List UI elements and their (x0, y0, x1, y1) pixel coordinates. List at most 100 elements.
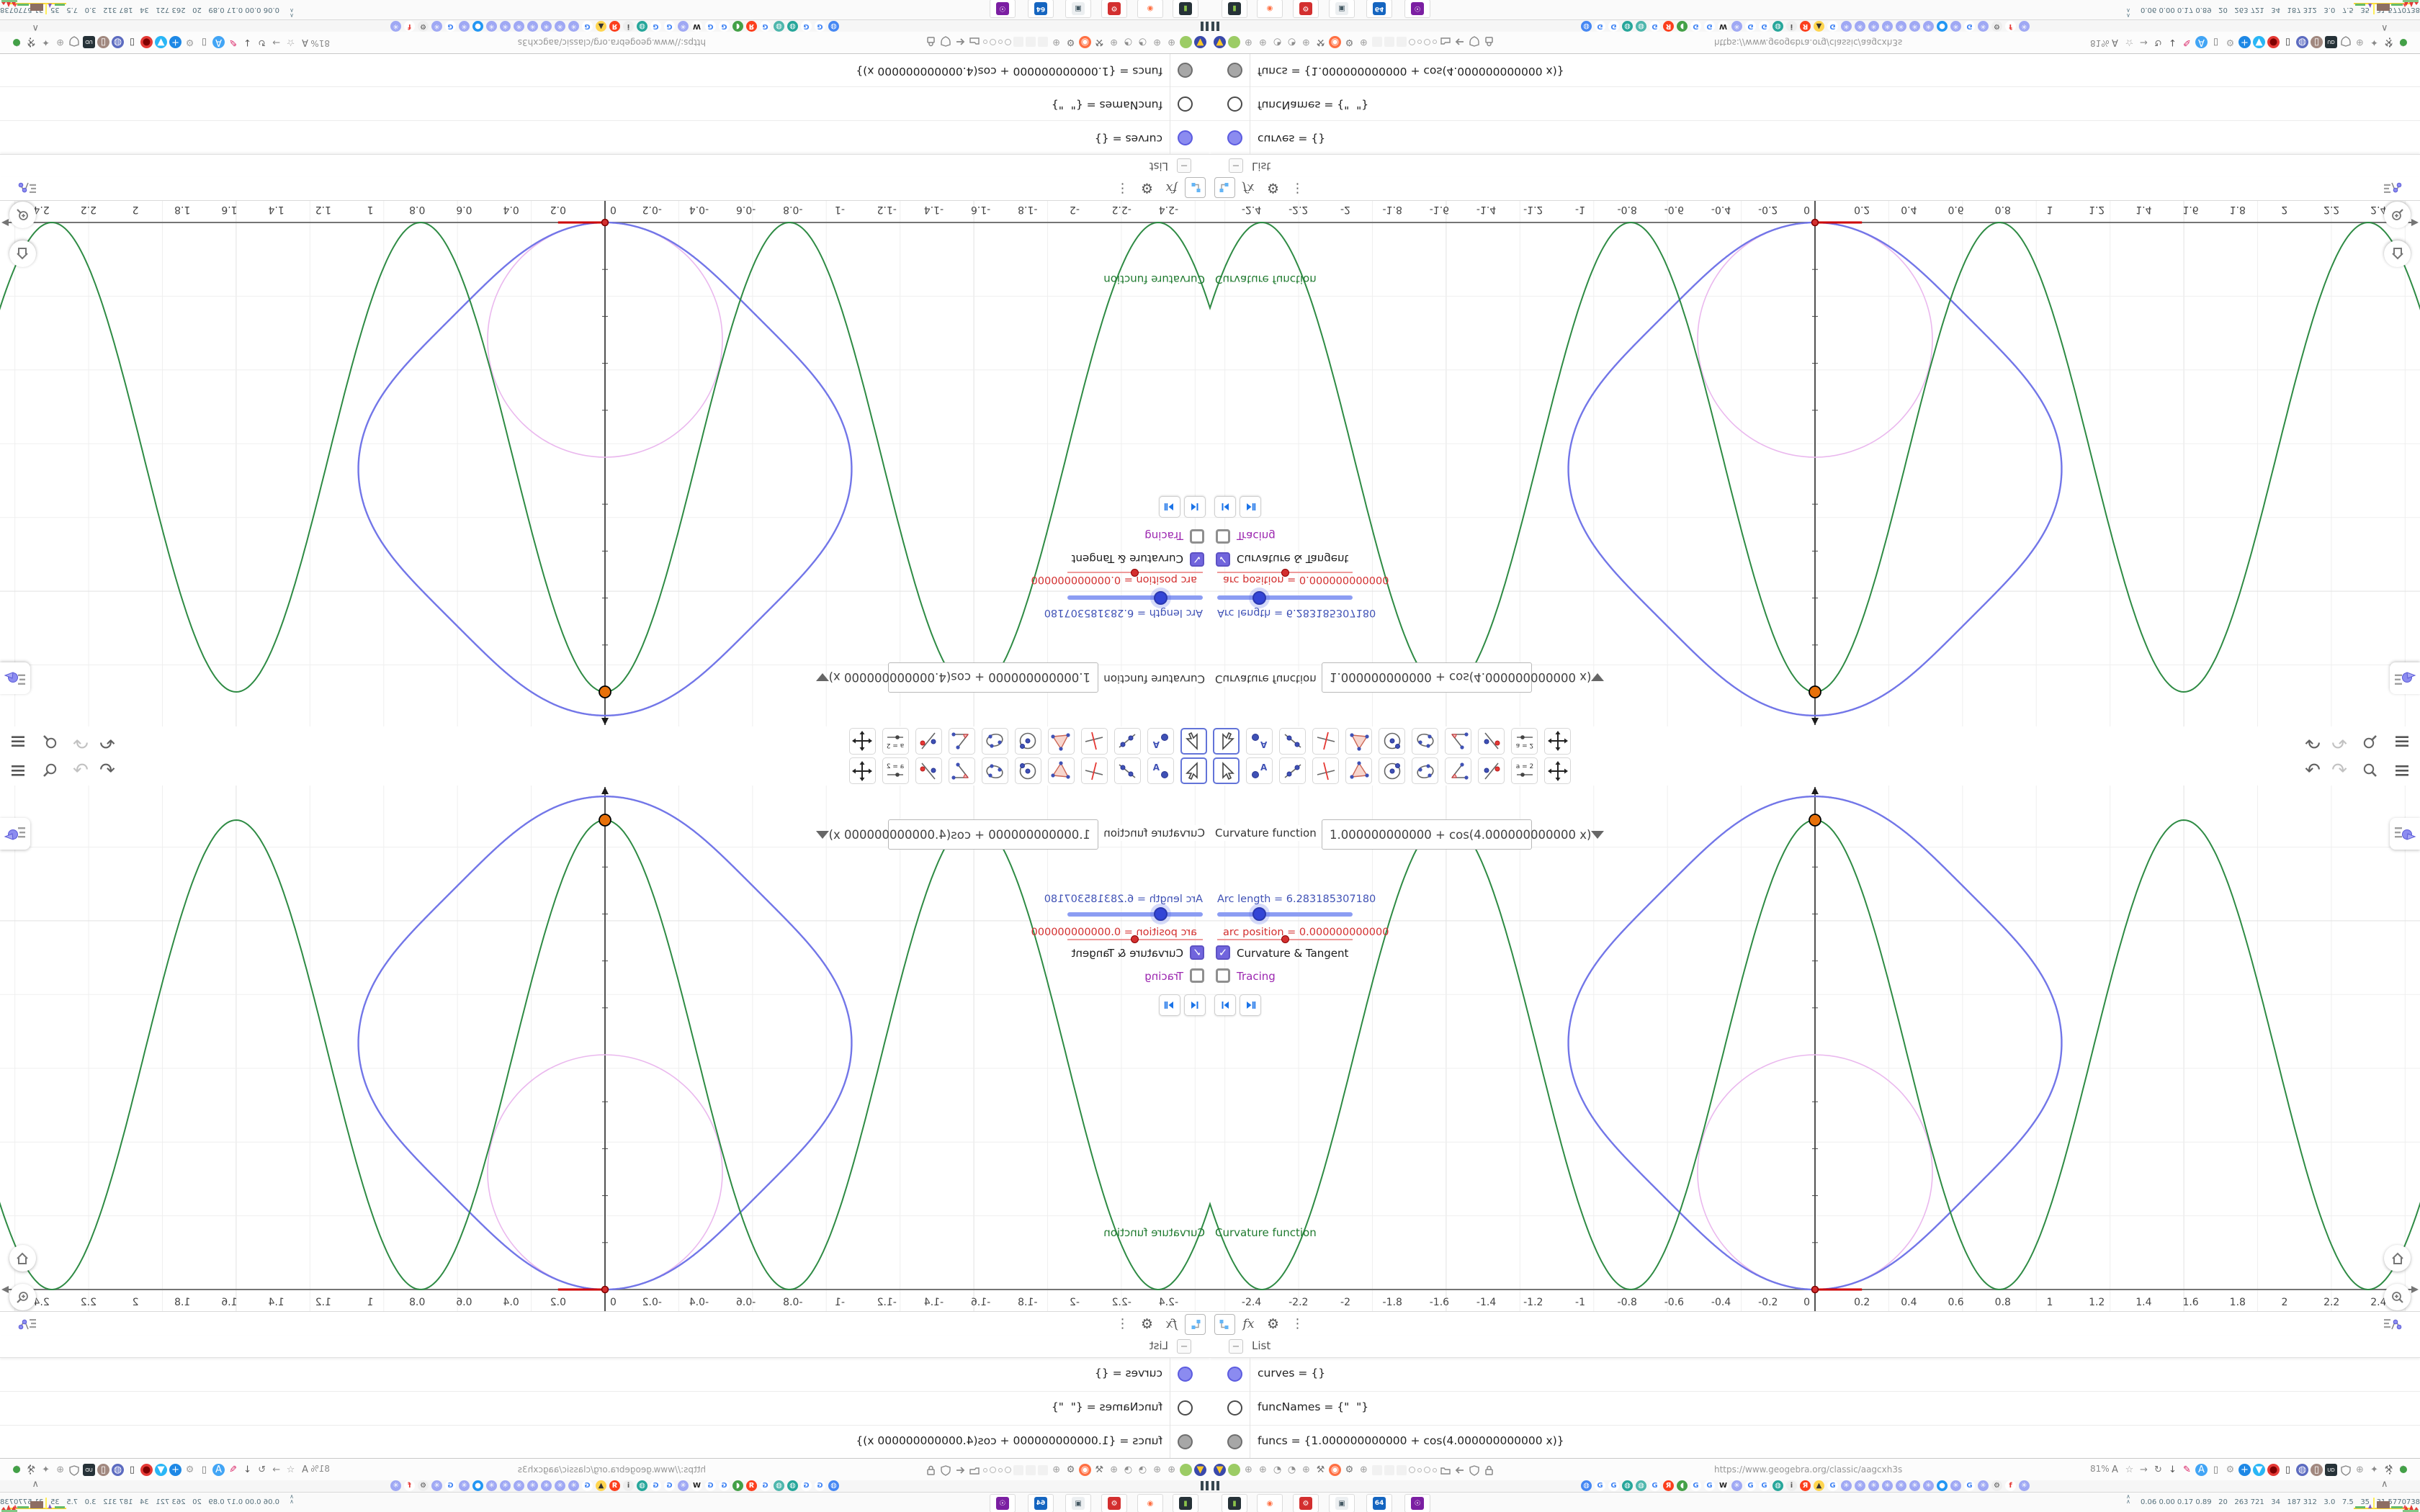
angle-tool[interactable] (949, 728, 975, 755)
trash-icon[interactable]: ▯ (126, 36, 138, 48)
search-icon[interactable] (2360, 731, 2381, 752)
plus-icon[interactable]: + (169, 1464, 182, 1476)
capsule-icon[interactable]: ▯ (2210, 36, 2222, 48)
globe-icon[interactable]: ⊕ (1300, 1464, 1312, 1476)
chat-icon[interactable]: ● (472, 1480, 483, 1491)
info-icon[interactable]: i (1786, 1480, 1797, 1491)
yandex-icon[interactable]: Я (746, 21, 757, 32)
perpendicular-line-tool[interactable] (1312, 728, 1339, 755)
move-graphics-tool[interactable] (1544, 757, 1571, 784)
algebra-toggle-card[interactable] (2390, 662, 2420, 694)
arc-length-slider-knob[interactable] (1252, 907, 1267, 921)
google-icon[interactable]: G (445, 21, 456, 32)
teal-site-icon[interactable]: ◍ (1622, 21, 1633, 32)
visibility-toggle[interactable] (1178, 1434, 1193, 1449)
gear-icon[interactable]: ⚙ (1263, 179, 1283, 198)
shield-down-icon[interactable]: ▼ (2253, 36, 2265, 48)
shield2-icon[interactable] (68, 1464, 81, 1476)
google-icon[interactable]: G (1964, 1480, 1975, 1491)
gauge-icon[interactable]: ◔ (1137, 36, 1149, 48)
gear-icon[interactable]: ⚙ (1991, 21, 2002, 32)
flower-icon[interactable]: ✳ (514, 1480, 524, 1491)
visibility-toggle[interactable] (1227, 96, 1242, 112)
redo-icon[interactable]: ↷ (2329, 760, 2350, 781)
undo-icon[interactable]: ↶ (2302, 760, 2323, 781)
firefox-icon[interactable]: ◉ (1079, 36, 1091, 48)
like-icon[interactable]: ✦ (40, 36, 52, 48)
curvature-tangent-checkbox[interactable]: ✓ (1216, 945, 1230, 960)
sort-tree-button[interactable] (1185, 1314, 1206, 1335)
flower-icon[interactable]: ✳ (1882, 1480, 1893, 1491)
settings-red-icon[interactable]: ⚙ (1101, 0, 1127, 18)
sort-tree-button[interactable] (1214, 1314, 1235, 1335)
shield-icon[interactable] (1468, 1464, 1480, 1476)
flower-icon[interactable]: ✳ (1882, 21, 1893, 32)
owl-icon[interactable]: ☉ (990, 1494, 1016, 1512)
curvature-tangent-checkbox[interactable]: ✓ (1190, 945, 1204, 960)
algebra-toggle-card[interactable] (2390, 818, 2420, 850)
arc-length-slider-knob[interactable] (1153, 591, 1168, 605)
pen-icon[interactable]: ✎ (227, 36, 239, 48)
browser-menu-icon[interactable]: ⋮ (2384, 36, 2396, 50)
arc-position-slider-knob[interactable] (1281, 569, 1289, 577)
reflect-tool[interactable] (1478, 757, 1505, 784)
yandex-icon[interactable]: Я (1800, 21, 1811, 32)
gear-icon[interactable]: ⚙ (1263, 1314, 1283, 1333)
wikipedia-icon[interactable]: W (1718, 1480, 1729, 1491)
firefox-icon[interactable]: ◉ (1257, 0, 1283, 18)
globe-icon[interactable]: ⊕ (54, 36, 66, 48)
translate-icon[interactable]: A (2109, 36, 2121, 48)
more-options-icon[interactable]: ⋮ (1113, 179, 1132, 198)
move-graphics-tool[interactable] (849, 757, 876, 784)
plot-canvas[interactable]: -2.4 -2.2 -2 -1.8 -1.6 -1.4 -1.2 -1 -0.8 -0.6 -0.4… (1210, 201, 2420, 726)
media-player-icon[interactable]: ▮ (1173, 1494, 1198, 1512)
fx-button[interactable]: fx (1239, 179, 1258, 198)
globe-color-icon[interactable]: ◍ (112, 1464, 124, 1476)
gauge-icon[interactable]: ◔ (1122, 36, 1134, 48)
chat-icon[interactable]: ● (472, 21, 483, 32)
flower-icon[interactable]: ✳ (568, 1480, 579, 1491)
google-icon[interactable]: G (1649, 21, 1660, 32)
google-icon[interactable]: G (1690, 21, 1701, 32)
media-player-icon[interactable]: ▮ (1222, 0, 1247, 18)
shield-icon[interactable] (1468, 36, 1480, 48)
gauge-icon[interactable]: ◔ (1271, 36, 1283, 48)
flower-icon[interactable]: ✳ (555, 1480, 565, 1491)
globe-color-icon[interactable]: ◍ (2296, 36, 2308, 48)
translate-icon[interactable]: A (2109, 1464, 2121, 1476)
flower-icon[interactable]: ✳ (1923, 1480, 1934, 1491)
flower-icon[interactable]: ✳ (1896, 1480, 1906, 1491)
line-tool[interactable] (1114, 757, 1141, 784)
tray-expand-icon[interactable]: ∧ (2381, 22, 2388, 33)
flower-icon[interactable]: ✳ (486, 1480, 497, 1491)
back-arrow-icon[interactable] (1453, 1464, 1466, 1476)
google-icon[interactable]: G (801, 1480, 812, 1491)
home-button[interactable] (2384, 1245, 2411, 1272)
redo-icon[interactable]: ↷ (70, 760, 91, 781)
globe-icon[interactable]: ⊕ (1108, 36, 1120, 48)
flower-icon[interactable]: ✳ (1841, 1480, 1852, 1491)
google-icon[interactable]: G (719, 1480, 730, 1491)
media-player-icon[interactable]: ▮ (1173, 0, 1198, 18)
google-icon[interactable]: G (1595, 1480, 1605, 1491)
download-icon[interactable]: ↓ (2166, 36, 2179, 48)
skip-start-button[interactable] (1184, 496, 1206, 518)
trash-icon[interactable]: ▯ (2282, 36, 2294, 48)
star-icon[interactable]: ☆ (2123, 1464, 2136, 1476)
folder-icon[interactable] (1439, 1464, 1451, 1476)
funcs-row[interactable]: funcs = {1.000000000000 + cos(4.00000000… (0, 53, 1210, 87)
flower-icon[interactable]: ✳ (431, 21, 442, 32)
plus-icon[interactable]: + (2238, 36, 2251, 48)
curves-row[interactable]: curves = {} (0, 1357, 1210, 1392)
skip-start-button[interactable] (1214, 496, 1236, 518)
google-icon[interactable]: G (1759, 1480, 1770, 1491)
capsule-icon[interactable]: ▯ (198, 1464, 210, 1476)
more-options-icon[interactable]: ⋮ (1288, 179, 1307, 198)
google-icon[interactable]: G (1745, 21, 1756, 32)
menu-icon[interactable] (2391, 731, 2413, 752)
zoom-in-button[interactable] (9, 1284, 36, 1310)
google-icon[interactable]: G (1704, 1480, 1715, 1491)
teal-site-icon[interactable]: ◍ (787, 1480, 798, 1491)
angle-tool[interactable] (949, 757, 975, 784)
gear-icon[interactable]: ⚙ (2224, 36, 2236, 48)
